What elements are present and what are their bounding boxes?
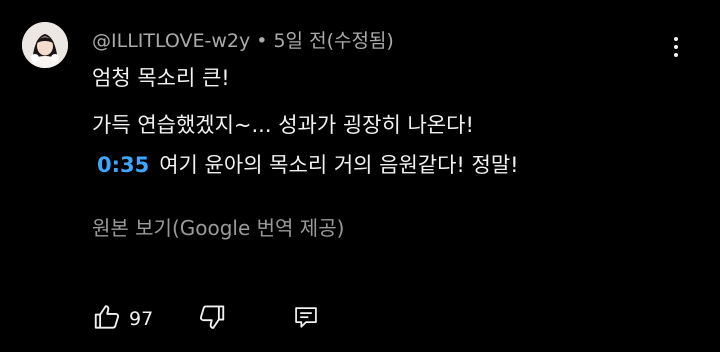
edited-label: (수정됨) — [326, 30, 394, 52]
comment-line: 엄청 목소리 큰! — [92, 66, 230, 90]
show-original-link[interactable]: 원본 보기(Google 번역 제공) — [92, 213, 344, 243]
more-actions-button[interactable] — [664, 30, 688, 62]
timestamp-link[interactable]: 0:35 — [97, 153, 149, 177]
comment-header: @ILLITLOVE-w2y • 5일 전(수정됨) — [92, 27, 394, 55]
author-name[interactable]: @ILLITLOVE-w2y — [92, 30, 250, 52]
dislike-button[interactable] — [197, 302, 227, 332]
thumbs-down-icon — [199, 305, 225, 329]
comment-time: 5일 전 — [273, 30, 327, 52]
thumbs-up-icon — [94, 305, 120, 329]
avatar[interactable] — [22, 22, 68, 68]
comment-line: 0:35 여기 윤아의 목소리 거의 음원같다! 정말! — [92, 150, 519, 180]
header-separator: • — [256, 30, 268, 52]
comment-item: @ILLITLOVE-w2y • 5일 전(수정됨) 엄청 목소리 큰! 가득 연습… — [0, 0, 720, 352]
reply-comment-icon — [295, 307, 317, 328]
more-vertical-icon — [674, 37, 678, 41]
comment-line: 가득 연습했겠지~... 성과가 굉장히 나온다! — [92, 113, 474, 137]
avatar-icon — [22, 22, 68, 68]
like-button[interactable] — [92, 302, 122, 332]
timestamp-comment-text: 여기 윤아의 목소리 거의 음원같다! 정말! — [159, 153, 519, 177]
like-count: 97 — [129, 308, 154, 330]
reply-button[interactable] — [292, 304, 320, 332]
